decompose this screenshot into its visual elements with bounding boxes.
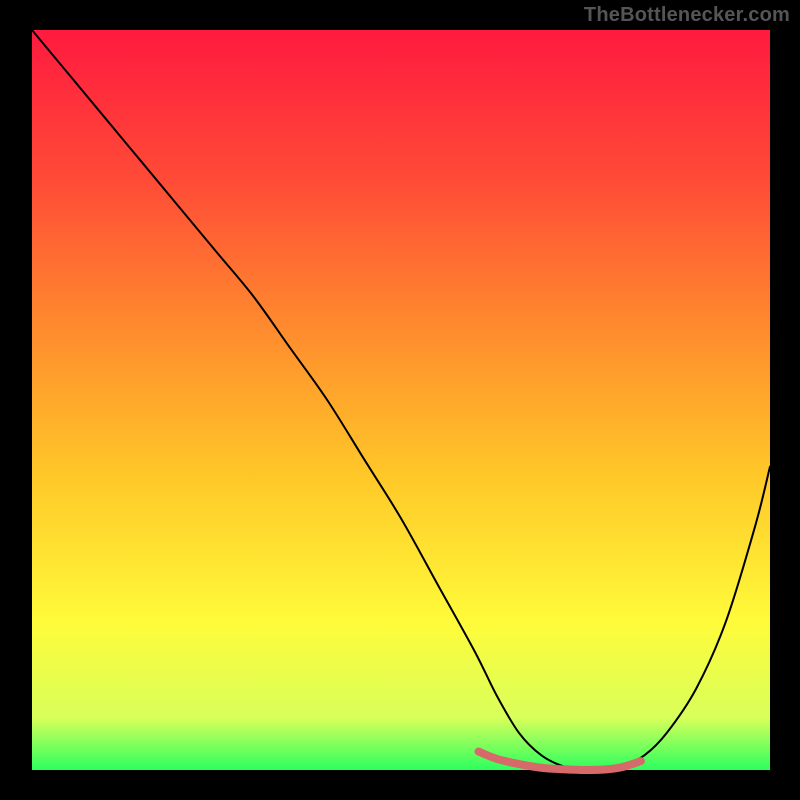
chart-container: TheBottlenecker.com [0,0,800,800]
watermark-text: TheBottlenecker.com [584,4,790,27]
bottleneck-chart [0,0,800,800]
plot-background [32,30,770,770]
